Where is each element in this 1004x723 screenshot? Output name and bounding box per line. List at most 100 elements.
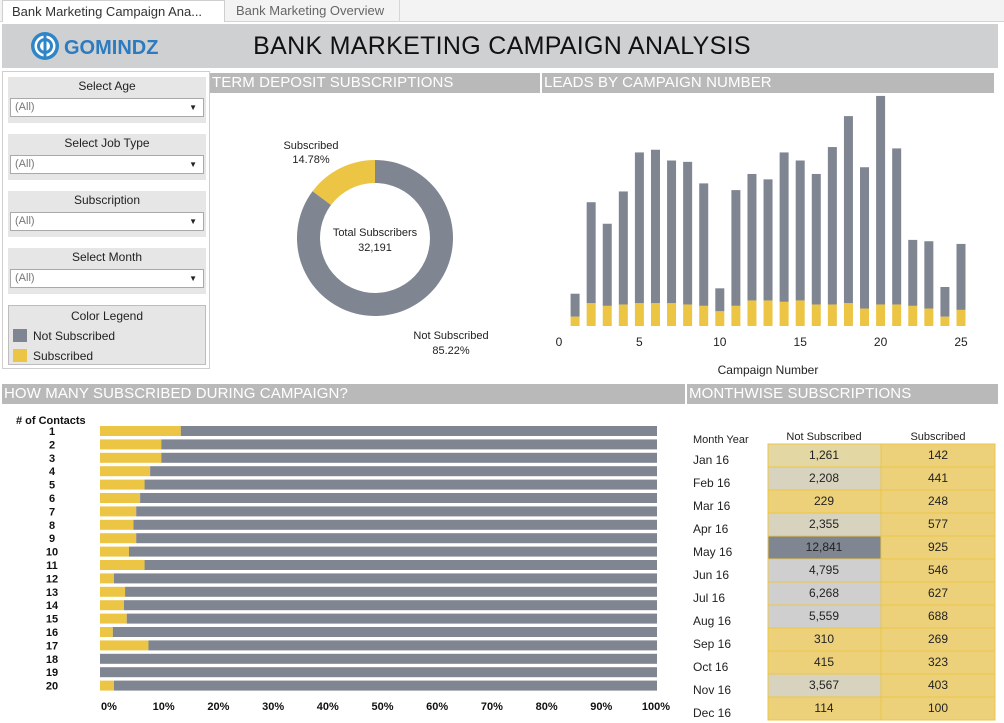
- leads-bar-subscribed[interactable]: [876, 304, 886, 326]
- leads-bar-subscribed[interactable]: [827, 304, 837, 326]
- leads-bar-subscribed[interactable]: [779, 301, 789, 326]
- contacts-bar-subscribed[interactable]: [100, 573, 114, 584]
- contacts-bar-subscribed[interactable]: [100, 519, 134, 530]
- leads-bar-not-subscribed[interactable]: [731, 190, 741, 306]
- monthwise-value-not-subscribed: 415: [814, 655, 834, 669]
- leads-bar-subscribed[interactable]: [763, 300, 773, 326]
- contacts-bar-not-subscribed[interactable]: [150, 466, 657, 477]
- contacts-bar-not-subscribed[interactable]: [113, 680, 658, 691]
- contacts-bar-subscribed[interactable]: [100, 506, 137, 517]
- leads-bar-not-subscribed[interactable]: [618, 191, 628, 305]
- contacts-bar-not-subscribed[interactable]: [113, 573, 658, 584]
- leads-bar-subscribed[interactable]: [860, 308, 870, 326]
- contacts-bar-subscribed[interactable]: [100, 493, 141, 503]
- leads-bar-subscribed[interactable]: [699, 305, 709, 326]
- contacts-bar-not-subscribed[interactable]: [144, 560, 657, 570]
- leads-bar-not-subscribed[interactable]: [860, 167, 870, 309]
- contacts-bar-not-subscribed[interactable]: [112, 627, 658, 637]
- leads-bar-subscribed[interactable]: [650, 303, 660, 326]
- contacts-bar-subscribed[interactable]: [100, 613, 127, 624]
- leads-bar-not-subscribed[interactable]: [683, 161, 693, 305]
- leads-bar-subscribed[interactable]: [924, 308, 934, 326]
- contacts-bar-not-subscribed[interactable]: [123, 600, 658, 611]
- leads-bar-not-subscribed[interactable]: [827, 147, 837, 305]
- contacts-bar-not-subscribed[interactable]: [140, 493, 657, 503]
- leads-bar-not-subscribed[interactable]: [892, 148, 902, 305]
- contacts-bar-subscribed[interactable]: [100, 479, 145, 490]
- contacts-bar-subscribed[interactable]: [100, 439, 162, 450]
- leads-bar-subscribed[interactable]: [586, 303, 596, 326]
- contacts-bar-not-subscribed[interactable]: [180, 426, 657, 436]
- leads-bar-not-subscribed[interactable]: [779, 152, 789, 302]
- leads-bar-subscribed[interactable]: [843, 303, 853, 326]
- leads-bar-subscribed[interactable]: [618, 304, 628, 326]
- contacts-bar-not-subscribed[interactable]: [144, 479, 657, 490]
- leads-bar-subscribed[interactable]: [715, 311, 725, 326]
- contacts-bar-subscribed[interactable]: [100, 680, 114, 691]
- contacts-bar-not-subscribed[interactable]: [126, 613, 657, 624]
- contacts-bar-subscribed[interactable]: [100, 600, 124, 611]
- contacts-bar-subscribed[interactable]: [100, 627, 113, 637]
- contacts-bar-subscribed[interactable]: [100, 533, 137, 544]
- leads-bar-not-subscribed[interactable]: [763, 179, 773, 301]
- contacts-bar-subscribed[interactable]: [100, 466, 151, 477]
- contacts-bar-subscribed[interactable]: [100, 640, 149, 651]
- contacts-bar-not-subscribed[interactable]: [133, 519, 658, 530]
- contacts-bar-subscribed[interactable]: [100, 426, 181, 436]
- leads-bar-not-subscribed[interactable]: [843, 116, 853, 304]
- leads-bar-subscribed[interactable]: [940, 316, 950, 326]
- contacts-bar-subscribed[interactable]: [100, 586, 126, 597]
- contacts-bar-not-subscribed[interactable]: [128, 546, 658, 557]
- leads-bar-subscribed[interactable]: [811, 304, 821, 326]
- leads-bar-subscribed[interactable]: [892, 304, 902, 326]
- leads-bar-not-subscribed[interactable]: [795, 160, 805, 301]
- contacts-bar-not-subscribed[interactable]: [136, 533, 657, 544]
- sheet-tab-bar: Bank Marketing Campaign Ana... Bank Mark…: [0, 0, 1004, 22]
- contacts-bar-subscribed[interactable]: [100, 546, 129, 557]
- monthwise-header-month: Month Year: [693, 434, 749, 446]
- leads-bar-not-subscribed[interactable]: [747, 173, 757, 301]
- contacts-bar-not-subscribed[interactable]: [161, 439, 657, 450]
- contacts-bar-not-subscribed[interactable]: [148, 640, 658, 651]
- leads-bar-not-subscribed[interactable]: [811, 173, 821, 305]
- leads-bar-subscribed[interactable]: [683, 304, 693, 326]
- leads-bar-subscribed[interactable]: [956, 309, 966, 326]
- contacts-bar-not-subscribed[interactable]: [136, 506, 657, 517]
- contacts-bar-subscribed[interactable]: [100, 452, 162, 463]
- leads-bar-not-subscribed[interactable]: [586, 202, 596, 304]
- contacts-bar-not-subscribed[interactable]: [100, 667, 657, 678]
- leads-bar-not-subscribed[interactable]: [570, 293, 580, 317]
- leads-bar-not-subscribed[interactable]: [634, 152, 644, 304]
- leads-bar-subscribed[interactable]: [667, 303, 677, 326]
- leads-bar-not-subscribed[interactable]: [650, 149, 660, 304]
- tab-campaign-analysis[interactable]: Bank Marketing Campaign Ana...: [2, 0, 225, 22]
- contacts-bar-not-subscribed[interactable]: [125, 586, 657, 597]
- job-type-select[interactable]: (All) ▼: [10, 155, 204, 174]
- contacts-bar-subscribed[interactable]: [100, 560, 145, 570]
- age-select[interactable]: (All) ▼: [10, 98, 204, 117]
- contacts-bar-not-subscribed[interactable]: [161, 452, 657, 463]
- month-select[interactable]: (All) ▼: [10, 269, 204, 288]
- leads-bar-subscribed[interactable]: [747, 300, 757, 326]
- leads-bar-not-subscribed[interactable]: [715, 288, 725, 312]
- term-deposit-section-title: TERM DEPOSIT SUBSCRIPTIONS: [210, 73, 540, 93]
- leads-bar-subscribed[interactable]: [731, 305, 741, 326]
- leads-bar-subscribed[interactable]: [634, 303, 644, 326]
- leads-bar-subscribed[interactable]: [795, 300, 805, 326]
- leads-bar-subscribed[interactable]: [570, 316, 580, 326]
- leads-bar-not-subscribed[interactable]: [699, 183, 709, 306]
- leads-bar-not-subscribed[interactable]: [667, 160, 677, 304]
- leads-bar-subscribed[interactable]: [602, 305, 612, 326]
- job-type-select-value: (All): [15, 158, 35, 170]
- leads-bar-not-subscribed[interactable]: [602, 223, 612, 306]
- leads-bar-not-subscribed[interactable]: [876, 95, 886, 305]
- leads-bar-subscribed[interactable]: [908, 305, 918, 326]
- leads-bar-not-subscribed[interactable]: [924, 241, 934, 309]
- subscription-select[interactable]: (All) ▼: [10, 212, 204, 231]
- during-campaign-section-title: HOW MANY SUBSCRIBED DURING CAMPAIGN?: [2, 384, 685, 404]
- leads-bar-not-subscribed[interactable]: [956, 243, 966, 310]
- contacts-bar-not-subscribed[interactable]: [100, 653, 657, 664]
- tab-overview[interactable]: Bank Marketing Overview: [227, 0, 400, 22]
- leads-bar-not-subscribed[interactable]: [908, 239, 918, 306]
- leads-bar-not-subscribed[interactable]: [940, 286, 950, 317]
